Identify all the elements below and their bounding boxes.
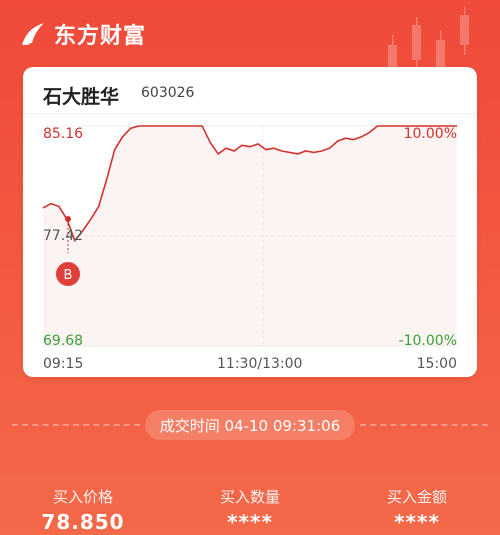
buy-amount-value: **** [394, 510, 440, 534]
buy-price-value: 78.850 [41, 510, 125, 534]
y-tick-mid: 77.42 [43, 228, 84, 244]
buy-marker-label: B [64, 268, 73, 283]
app-header: 东方财富 [18, 16, 146, 52]
pct-tick-high: 10.00% [403, 126, 457, 142]
buy-quantity-block: 买入数量 **** [167, 486, 333, 534]
x-tick-close: 15:00 [416, 356, 457, 372]
buy-point [65, 216, 71, 222]
pct-tick-low: -10.00% [398, 333, 457, 349]
x-tick-midday: 11:30/13:00 [217, 356, 303, 372]
y-tick-low: 69.68 [43, 333, 84, 349]
divider-right [360, 424, 488, 426]
buy-price-label: 买入价格 [52, 488, 113, 506]
stock-name: 石大胜华 [43, 86, 120, 108]
buy-amount-label: 买入金额 [386, 488, 447, 506]
buy-price-block: 买入价格 78.850 [0, 486, 166, 534]
price-area [43, 126, 457, 346]
stock-code: 603026 [141, 85, 195, 101]
x-tick-open: 09:15 [43, 356, 84, 372]
buy-quantity-label: 买入数量 [219, 488, 280, 506]
stock-card: 石大胜华 603026 B 85.16 77.42 69.68 10.00% -… [23, 67, 477, 377]
y-tick-high: 85.16 [43, 126, 84, 142]
eastmoney-logo-icon [22, 23, 44, 45]
divider-left [12, 424, 140, 426]
trade-time: 成交时间 04-10 09:31:06 [145, 410, 355, 440]
buy-amount-block: 买入金额 **** [334, 486, 500, 534]
brand-name: 东方财富 [54, 24, 147, 49]
buy-quantity-value: **** [227, 510, 273, 534]
